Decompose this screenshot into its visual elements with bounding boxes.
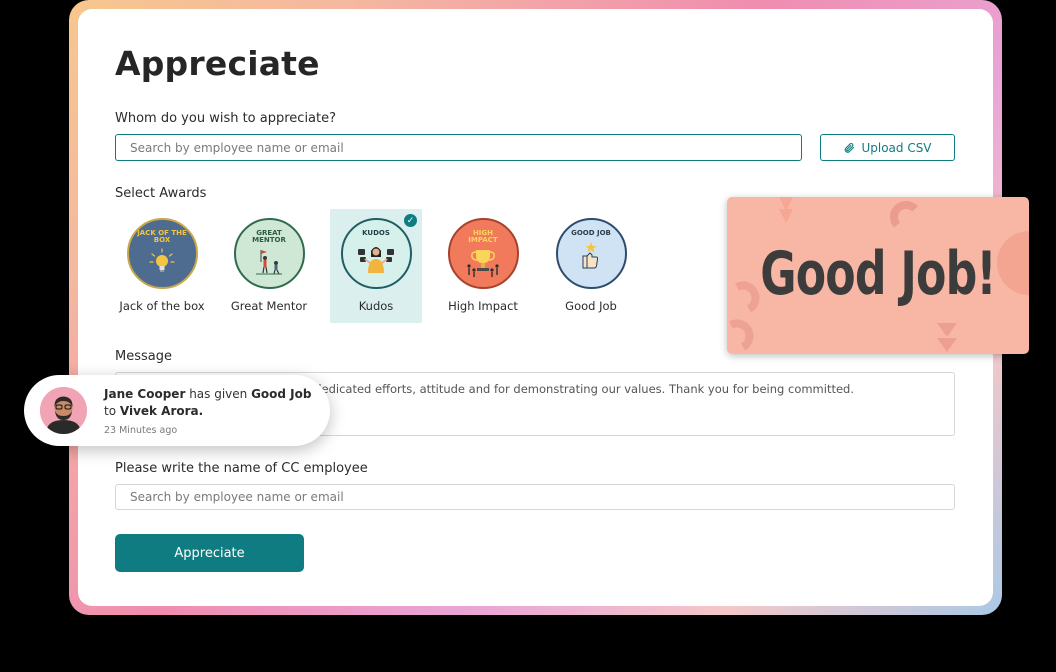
toast-giver: Jane Cooper (104, 387, 186, 401)
awards-label: Select Awards (115, 186, 207, 201)
checkmark-icon: ✓ (404, 214, 417, 227)
lightbulb-icon (149, 248, 175, 272)
award-name: Great Mentor (230, 299, 308, 313)
award-great-mentor[interactable]: GREAT MENTOR Great Mentor (223, 209, 315, 323)
thumbs-up-icon (582, 242, 599, 269)
badge-text: GREAT MENTOR (252, 229, 286, 244)
award-name: High Impact (448, 299, 518, 313)
award-good-job[interactable]: GOOD JOB Good Job (545, 209, 637, 323)
trophy-icon (467, 250, 499, 277)
award-kudos[interactable]: ✓ KUDOS Kudos (330, 209, 422, 323)
page-title: Appreciate (115, 44, 320, 83)
toast-message-line-1: Jane Cooper has given Good Job (104, 387, 311, 401)
toast-time: 23 Minutes ago (104, 425, 178, 436)
appreciate-button[interactable]: Appreciate (115, 534, 304, 572)
recipient-search-input[interactable] (115, 134, 802, 161)
award-name: Jack of the box (119, 299, 205, 313)
mentor-icon (256, 250, 282, 275)
badge-text: GOOD JOB (571, 229, 611, 237)
good-job-card: Good Job! (727, 197, 1029, 354)
award-high-impact[interactable]: HIGH IMPACT High Impact (437, 209, 529, 323)
badge-text: KUDOS (362, 229, 390, 237)
notification-toast: Jane Cooper has given Good Job to Vivek … (24, 375, 330, 446)
avatar (40, 387, 87, 434)
kudos-person-icon (358, 247, 394, 273)
toast-to: to (104, 404, 120, 418)
jack-of-the-box-badge: JACK OF THE BOX (126, 218, 198, 289)
recipient-label: Whom do you wish to appreciate? (115, 111, 337, 126)
badge-text: HIGH IMPACT (468, 229, 498, 244)
award-name: Good Job (565, 299, 617, 313)
message-label: Message (115, 349, 172, 364)
cc-label: Please write the name of CC employee (115, 461, 368, 476)
paperclip-icon (845, 142, 855, 153)
high-impact-badge: HIGH IMPACT (447, 218, 519, 289)
person-avatar-icon (40, 387, 87, 434)
good-job-badge: GOOD JOB (555, 218, 627, 289)
award-jack-of-the-box[interactable]: JACK OF THE BOX Jack of the box (116, 209, 208, 323)
award-name: Kudos (358, 299, 394, 313)
toast-award: Good Job (251, 387, 312, 401)
kudos-badge: KUDOS (340, 218, 412, 289)
toast-receiver: Vivek Arora. (119, 404, 204, 418)
upload-csv-button[interactable]: Upload CSV (820, 134, 955, 161)
badge-text: JACK OF THE BOX (137, 229, 187, 244)
cc-search-input[interactable] (115, 484, 955, 510)
toast-middle: has given (185, 387, 252, 401)
good-job-card-text: Good Job! (760, 239, 996, 309)
great-mentor-badge: GREAT MENTOR (233, 218, 305, 289)
upload-csv-label: Upload CSV (861, 140, 932, 155)
toast-message-line-2: to Vivek Arora. (104, 404, 203, 418)
